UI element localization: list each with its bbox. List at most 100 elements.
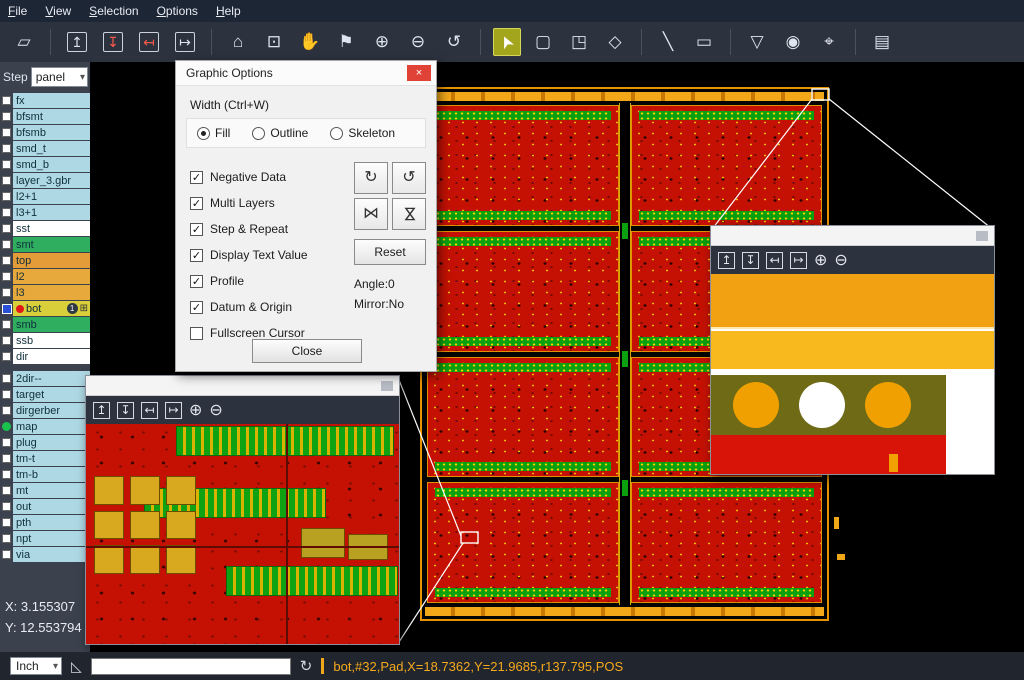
- flip-horizontal-icon[interactable]: ⋈: [354, 198, 388, 230]
- layer-row-smd_b[interactable]: smd_b: [0, 157, 90, 172]
- zoom-out-icon[interactable]: ⊖: [209, 402, 222, 419]
- layer-row-pth[interactable]: pth: [0, 515, 90, 530]
- layer-visibility-checkbox[interactable]: [2, 550, 11, 559]
- layer-visibility-checkbox[interactable]: [2, 192, 11, 201]
- menu-help[interactable]: Help: [216, 4, 241, 18]
- checkbox-step-repeat[interactable]: ✓Step & Repeat: [190, 216, 308, 242]
- layer-visibility-checkbox[interactable]: [2, 224, 11, 233]
- layer-visibility-checkbox[interactable]: [2, 160, 11, 169]
- layer-row-smd_t[interactable]: smd_t: [0, 141, 90, 156]
- layer-visibility-checkbox[interactable]: [2, 240, 11, 249]
- refresh-icon[interactable]: ↻: [300, 657, 313, 675]
- pan-left-icon[interactable]: ↤: [766, 252, 783, 269]
- layer-visibility-checkbox[interactable]: [2, 176, 11, 185]
- layer-row-l2[interactable]: l2: [0, 269, 90, 284]
- layer-visibility-checkbox[interactable]: [2, 502, 11, 511]
- annotation-icon[interactable]: ⚑: [332, 28, 360, 56]
- layer-row-via[interactable]: via: [0, 547, 90, 562]
- layer-visibility-checkbox[interactable]: [2, 336, 11, 345]
- layer-visibility-checkbox[interactable]: [2, 438, 11, 447]
- unit-select[interactable]: Inch ▾: [10, 657, 62, 675]
- menu-selection[interactable]: Selection: [89, 4, 138, 18]
- layer-row-target[interactable]: target: [0, 387, 90, 402]
- window-select-icon[interactable]: ▢: [529, 28, 557, 56]
- layer-row-dirgerber[interactable]: dirgerber: [0, 403, 90, 418]
- load-down-icon[interactable]: ↧: [103, 32, 123, 52]
- checkbox-profile[interactable]: ✓Profile: [190, 268, 308, 294]
- layer-visibility-checkbox[interactable]: [2, 320, 11, 329]
- layer-visibility-checkbox[interactable]: [2, 406, 11, 415]
- popup-menu-button[interactable]: [381, 381, 393, 391]
- layer-row-tm-t[interactable]: tm-t: [0, 451, 90, 466]
- find-icon[interactable]: ⌖: [815, 28, 843, 56]
- pan-down-icon[interactable]: ↧: [742, 252, 759, 269]
- command-input[interactable]: [91, 658, 291, 675]
- pan-up-icon[interactable]: ↥: [93, 402, 110, 419]
- ruler-icon[interactable]: ▭: [690, 28, 718, 56]
- checkbox-display-text-value[interactable]: ✓Display Text Value: [190, 242, 308, 268]
- layer-row-layer_3.gbr[interactable]: layer_3.gbr: [0, 173, 90, 188]
- close-button[interactable]: Close: [252, 339, 362, 363]
- eye-icon[interactable]: ◉: [779, 28, 807, 56]
- step-select[interactable]: panel ▾: [31, 67, 88, 87]
- layer-row-plug[interactable]: plug: [0, 435, 90, 450]
- rotate-cw-icon[interactable]: ↻: [354, 162, 388, 194]
- magnifier-detail-view[interactable]: [86, 424, 399, 644]
- pan-hand-icon[interactable]: ✋: [296, 28, 324, 56]
- load-up-icon[interactable]: ↥: [67, 32, 87, 52]
- report-icon[interactable]: ▤: [868, 28, 896, 56]
- layer-visibility-checkbox[interactable]: [2, 470, 11, 479]
- pan-up-icon[interactable]: ↥: [718, 252, 735, 269]
- layer-visibility-checkbox[interactable]: [2, 128, 11, 137]
- layer-visibility-checkbox[interactable]: [2, 256, 11, 265]
- open-file-icon[interactable]: ▱: [10, 28, 38, 56]
- zoom-out-icon[interactable]: ⊖: [834, 252, 847, 269]
- dialog-titlebar[interactable]: Graphic Options ×: [176, 61, 436, 86]
- layer-visibility-checkbox[interactable]: [2, 390, 11, 399]
- layer-row-npt[interactable]: npt: [0, 531, 90, 546]
- layer-visibility-checkbox[interactable]: [2, 374, 11, 383]
- layer-visibility-checkbox[interactable]: [2, 144, 11, 153]
- layer-row-l3+1[interactable]: l3+1: [0, 205, 90, 220]
- layer-visibility-checkbox[interactable]: [2, 534, 11, 543]
- close-icon[interactable]: ×: [407, 65, 431, 81]
- angle-mode-icon[interactable]: ◺: [71, 658, 82, 675]
- magnifier-titlebar[interactable]: [86, 376, 399, 396]
- zoom-in-icon[interactable]: ⊕: [368, 28, 396, 56]
- menu-file[interactable]: File: [8, 4, 27, 18]
- zoom-in-icon[interactable]: ⊕: [189, 402, 202, 419]
- zoom-previous-icon[interactable]: ↺: [440, 28, 468, 56]
- layer-row-out[interactable]: out: [0, 499, 90, 514]
- magnifier-titlebar[interactable]: [711, 226, 994, 246]
- layer-row-smb[interactable]: smb: [0, 317, 90, 332]
- select-tool-icon[interactable]: ➤: [493, 28, 521, 56]
- layer-row-bot[interactable]: bot1⊞: [0, 301, 90, 316]
- pan-right-icon[interactable]: ↦: [790, 252, 807, 269]
- layer-row-ssb[interactable]: ssb: [0, 333, 90, 348]
- layer-row-mt[interactable]: mt: [0, 483, 90, 498]
- layer-row-l3[interactable]: l3: [0, 285, 90, 300]
- layer-row-tm-b[interactable]: tm-b: [0, 467, 90, 482]
- layer-row-2dir--[interactable]: 2dir--: [0, 371, 90, 386]
- layer-visibility-checkbox[interactable]: [2, 272, 11, 281]
- filter-icon[interactable]: ▽: [743, 28, 771, 56]
- checkbox-datum-origin[interactable]: ✓Datum & Origin: [190, 294, 308, 320]
- layer-row-top[interactable]: top: [0, 253, 90, 268]
- measure-line-icon[interactable]: ╲: [654, 28, 682, 56]
- rotate-ccw-icon[interactable]: ↺: [392, 162, 426, 194]
- export-right-icon[interactable]: ↦: [175, 32, 195, 52]
- radio-fill[interactable]: Fill: [197, 126, 230, 140]
- flip-vertical-icon[interactable]: ⋈: [392, 198, 426, 230]
- pan-right-icon[interactable]: ↦: [165, 402, 182, 419]
- layer-row-bfsmt[interactable]: bfsmt: [0, 109, 90, 124]
- magnifier-corner-view[interactable]: [711, 274, 994, 474]
- layer-visibility-checkbox[interactable]: [2, 96, 11, 105]
- zoom-window-icon[interactable]: ⊡: [260, 28, 288, 56]
- layer-visibility-checkbox[interactable]: [2, 486, 11, 495]
- layer-row-l2+1[interactable]: l2+1: [0, 189, 90, 204]
- layer-row-bfsmb[interactable]: bfsmb: [0, 125, 90, 140]
- layer-row-map[interactable]: map: [0, 419, 90, 434]
- layer-row-fx[interactable]: fx: [0, 93, 90, 108]
- transform-icon[interactable]: ◳: [565, 28, 593, 56]
- home-view-icon[interactable]: ⌂: [224, 28, 252, 56]
